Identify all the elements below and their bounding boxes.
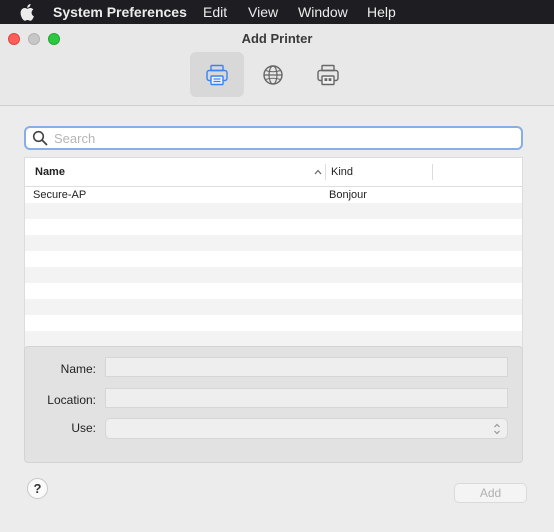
name-field[interactable] (105, 357, 508, 377)
table-header: Name Kind (25, 158, 522, 187)
search-icon (32, 130, 48, 146)
menu-app-name[interactable]: System Preferences (53, 4, 187, 20)
empty-row (25, 251, 522, 267)
add-printer-window: Add Printer Search Name Kind Secure-AP B… (0, 24, 554, 532)
printer-list[interactable]: Name Kind Secure-AP Bonjour (24, 157, 523, 360)
search-field[interactable] (24, 126, 523, 150)
empty-row (25, 219, 522, 235)
empty-row (25, 299, 522, 315)
column-divider[interactable] (432, 164, 433, 180)
empty-row (25, 267, 522, 283)
column-header-kind[interactable]: Kind (331, 166, 353, 178)
title-bar: Add Printer (0, 24, 554, 106)
location-field[interactable] (105, 388, 508, 408)
globe-icon (263, 64, 283, 85)
tab-default-printer[interactable] (190, 52, 244, 97)
use-label: Use: (71, 421, 96, 435)
empty-row (25, 283, 522, 299)
empty-row (25, 203, 522, 219)
sort-ascending-icon (314, 169, 322, 175)
use-dropdown[interactable] (105, 418, 508, 439)
apple-logo-icon[interactable] (20, 3, 34, 21)
search-input[interactable] (54, 130, 494, 146)
help-button[interactable]: ? (27, 478, 48, 499)
add-button[interactable]: Add (454, 483, 527, 503)
column-divider[interactable] (325, 164, 326, 180)
column-header-name[interactable]: Name (35, 166, 65, 178)
menu-help[interactable]: Help (367, 4, 396, 20)
up-down-chevron-icon (494, 423, 500, 435)
printer-icon (206, 64, 228, 85)
menu-window[interactable]: Window (298, 4, 348, 20)
printer-details-panel: Name: Location: Use: (24, 346, 523, 463)
menu-view[interactable]: View (248, 4, 278, 20)
printer-kind-cell: Bonjour (329, 189, 367, 201)
empty-row (25, 235, 522, 251)
location-label: Location: (47, 393, 96, 407)
name-label: Name: (60, 362, 96, 376)
table-row[interactable]: Secure-AP Bonjour (25, 187, 522, 203)
tab-ip-printer[interactable] (246, 52, 300, 97)
printer-name-cell: Secure-AP (33, 189, 87, 201)
empty-row (25, 315, 522, 331)
empty-row (25, 331, 522, 347)
menu-edit[interactable]: Edit (203, 4, 227, 20)
menu-bar: System Preferences Edit View Window Help (0, 0, 554, 24)
fax-printer-icon (317, 64, 339, 85)
tab-windows-printer[interactable] (301, 52, 355, 97)
window-title: Add Printer (241, 31, 313, 46)
